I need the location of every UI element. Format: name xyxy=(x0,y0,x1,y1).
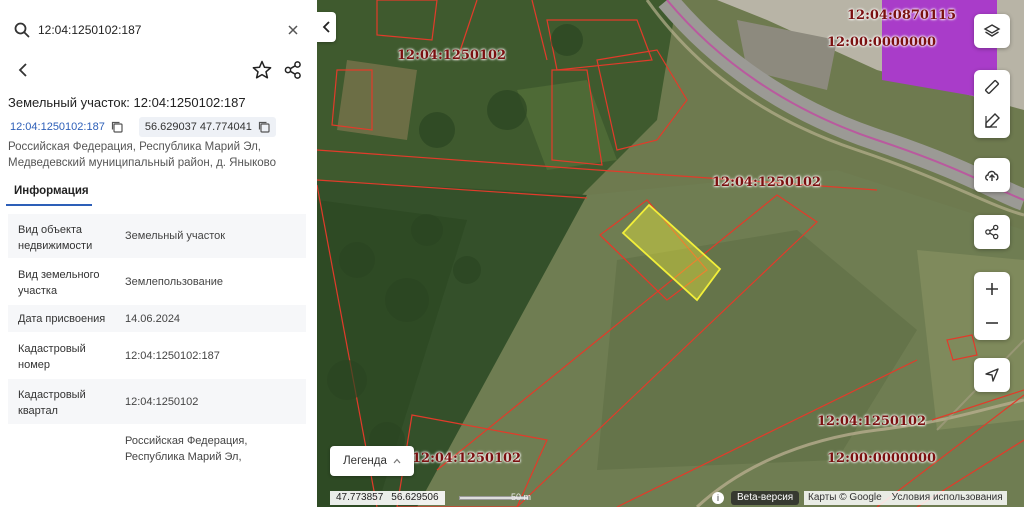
search-icon[interactable] xyxy=(8,16,36,44)
minus-icon xyxy=(986,322,998,324)
info-row-value: Землепользование xyxy=(125,275,224,288)
cadastral-label[interactable]: 12:04:0870115 xyxy=(847,8,956,23)
share-button[interactable] xyxy=(282,59,304,81)
panel-toolbar xyxy=(8,58,308,82)
info-row-key xyxy=(8,425,125,441)
chevron-up-icon xyxy=(393,458,401,464)
cadastral-label[interactable]: 12:04:1250102 xyxy=(712,175,821,190)
map-status-bar: 47.773857 56.629506 50 m i Beta-версия К… xyxy=(317,491,1024,507)
cadastral-label[interactable]: 12:04:1250102 xyxy=(412,451,521,466)
locate-button[interactable] xyxy=(974,358,1010,392)
zoom-out-button[interactable] xyxy=(974,306,1010,340)
info-row-value: 12:04:1250102 xyxy=(125,395,199,408)
terms-link[interactable]: Условия использования xyxy=(892,491,1003,505)
object-ids: 12:04:1250102:187 56.629037 47.774041 xyxy=(8,117,276,137)
info-row: Российская Федерация, Республика Марий Э… xyxy=(8,425,306,465)
scale-bar: 50 m xyxy=(459,492,559,503)
cadastral-number-text[interactable]: 12:04:1250102:187 xyxy=(10,121,105,133)
info-panel: Земельный участок: 12:04:1250102:187 12:… xyxy=(0,0,317,507)
beta-badge: Beta-версия xyxy=(731,491,800,505)
copy-icon[interactable] xyxy=(111,121,123,133)
cloud-upload-icon xyxy=(985,170,999,181)
share-icon xyxy=(985,224,999,240)
app-root: Земельный участок: 12:04:1250102:187 12:… xyxy=(0,0,1024,507)
attribution-text: Карты © Google xyxy=(808,492,882,503)
cursor-lat: 56.629506 xyxy=(391,492,439,503)
panel-tabs: Информация xyxy=(6,178,306,206)
measure-control xyxy=(974,70,1010,138)
info-row: Вид объекта недвижимости Земельный участ… xyxy=(8,214,306,259)
layers-control xyxy=(974,14,1010,48)
cadastral-number-link[interactable]: 12:04:1250102:187 xyxy=(8,117,125,137)
share-icon xyxy=(284,61,301,79)
info-icon[interactable]: i xyxy=(712,492,724,504)
object-title: Земельный участок: 12:04:1250102:187 xyxy=(8,95,246,110)
scale-label: 50 m xyxy=(511,492,532,502)
tab-information[interactable]: Информация xyxy=(6,178,92,206)
edit-icon xyxy=(985,113,1000,128)
zoom-control xyxy=(974,272,1010,340)
chevron-left-icon xyxy=(322,21,330,33)
upload-control xyxy=(974,158,1010,192)
map-attribution: Карты © Google Условия использования xyxy=(804,491,1007,505)
legend-label: Легенда xyxy=(343,455,387,467)
cadastral-label[interactable]: 12:04:1250102 xyxy=(397,48,506,63)
info-row-key: Кадастровый номер xyxy=(18,343,86,371)
plus-icon xyxy=(986,283,998,295)
search-bar xyxy=(8,12,309,48)
info-row: Кадастровый номер 12:04:1250102:187 xyxy=(8,333,306,379)
cursor-lon: 47.773857 xyxy=(336,492,384,503)
coordinates-text: 56.629037 47.774041 xyxy=(144,121,252,133)
info-row: Кадастровый квартал 12:04:1250102 xyxy=(8,379,306,425)
info-row-key: Кадастровый квартал xyxy=(18,389,86,417)
navigation-arrow-icon xyxy=(985,368,999,382)
cursor-coordinates: 47.773857 56.629506 xyxy=(330,491,445,505)
info-row: Вид земельного участка Землепользование xyxy=(8,259,306,305)
star-icon xyxy=(252,60,272,79)
info-row-key: Вид объекта недвижимости xyxy=(18,224,93,252)
layers-button[interactable] xyxy=(974,14,1010,48)
chevron-left-icon xyxy=(18,63,27,77)
coordinates-chip[interactable]: 56.629037 47.774041 xyxy=(138,117,276,137)
info-row-value: Российская Федерация, Республика Марий Э… xyxy=(125,435,248,463)
info-row-value: 14.06.2024 xyxy=(125,312,181,325)
info-row: Дата присвоения 14.06.2024 xyxy=(8,305,306,333)
back-button[interactable] xyxy=(14,60,34,80)
locate-control xyxy=(974,358,1010,392)
collapse-panel-button[interactable] xyxy=(317,12,336,42)
cadastral-label[interactable]: 12:04:1250102 xyxy=(817,414,926,429)
map-share-button[interactable] xyxy=(974,215,1010,249)
info-row-key: Дата присвоения xyxy=(18,313,106,325)
object-address: Российская Федерация, Республика Марий Э… xyxy=(8,141,277,169)
legend-button[interactable]: Легенда xyxy=(330,446,414,476)
info-table: Вид объекта недвижимости Земельный участ… xyxy=(8,214,306,465)
cadastral-label[interactable]: 12:00:0000000 xyxy=(827,35,936,50)
cadastral-label[interactable]: 12:00:0000000 xyxy=(827,451,936,466)
ruler-button[interactable] xyxy=(974,70,1010,104)
share-control xyxy=(974,215,1010,249)
satellite-map xyxy=(317,0,1024,507)
search-input[interactable] xyxy=(38,23,278,37)
info-row-key: Вид земельного участка xyxy=(18,269,100,297)
favorite-button[interactable] xyxy=(251,59,273,81)
clear-search-icon[interactable] xyxy=(283,20,303,40)
info-row-value: Земельный участок xyxy=(125,230,226,242)
edit-button[interactable] xyxy=(974,104,1010,138)
upload-button[interactable] xyxy=(974,158,1010,192)
zoom-in-button[interactable] xyxy=(974,272,1010,306)
ruler-icon xyxy=(984,79,1000,95)
map-view[interactable]: 12:04:0870115 12:00:0000000 12:04:125010… xyxy=(317,0,1024,507)
layers-icon xyxy=(983,24,1001,37)
info-row-value: 12:04:1250102:187 xyxy=(125,349,220,362)
copy-icon[interactable] xyxy=(258,121,270,133)
